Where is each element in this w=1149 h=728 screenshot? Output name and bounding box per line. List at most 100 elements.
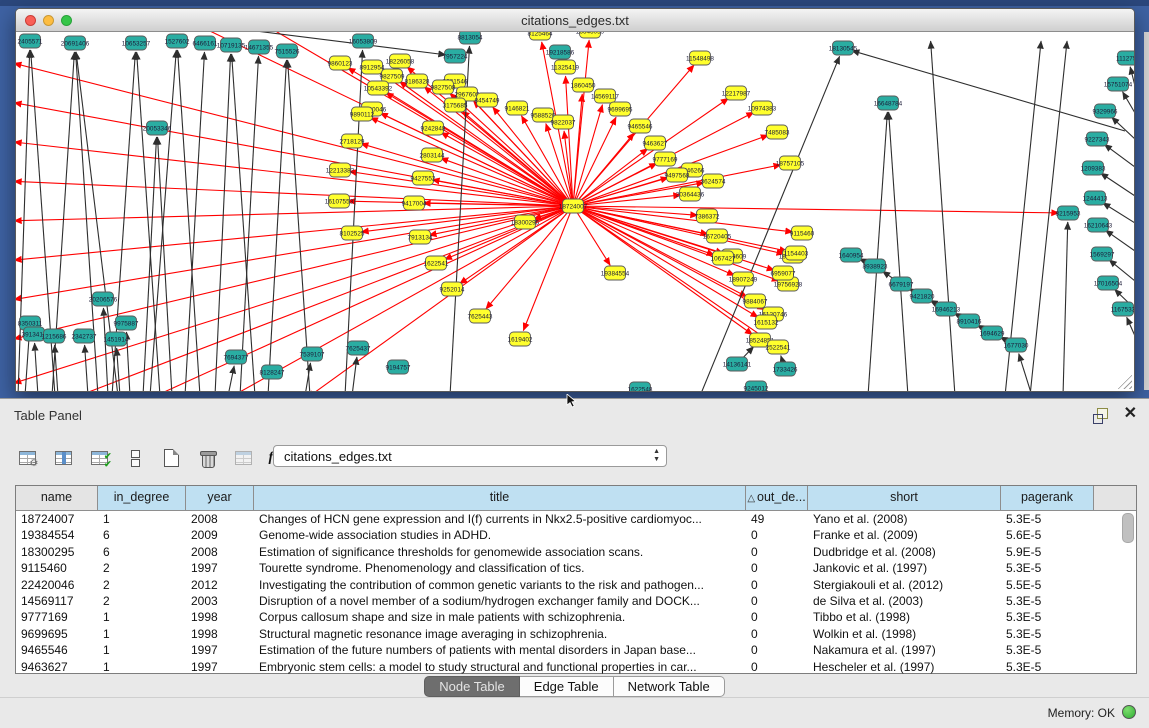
graph-node-teal[interactable]: 16946213: [932, 302, 961, 316]
table-scrollbar-thumb[interactable]: [1122, 513, 1134, 543]
graph-node-yellow[interactable]: 9827508: [431, 80, 456, 94]
graph-node-teal[interactable]: 9421820: [910, 289, 935, 303]
select-columns-button[interactable]: [50, 446, 76, 470]
graph-node-yellow[interactable]: 9497568: [665, 168, 690, 182]
table-row[interactable]: 1938455462009Genome-wide association stu…: [16, 527, 1136, 543]
graph-node-teal[interactable]: 2405571: [18, 34, 43, 48]
graph-node-teal[interactable]: 17016504: [1094, 276, 1123, 290]
table-selector[interactable]: citations_edges.txt ▲▼: [273, 445, 667, 467]
graph-node-teal[interactable]: 1209383: [1081, 161, 1106, 175]
graph-node-teal[interactable]: 1733426: [773, 362, 798, 376]
graph-node-yellow[interactable]: 9427552: [411, 171, 436, 185]
graph-node-yellow[interactable]: 19384554: [601, 266, 630, 280]
graph-node-yellow[interactable]: 16646059: [576, 32, 605, 38]
network-canvas[interactable]: 2405571206914061065325715276026466161107…: [16, 32, 1134, 391]
graph-node-teal[interactable]: 2342737: [72, 329, 97, 343]
graph-node-yellow[interactable]: 11325419: [551, 60, 579, 74]
graph-node-teal[interactable]: 8813054: [458, 32, 483, 44]
graph-node-yellow[interactable]: 18300295: [511, 215, 540, 229]
graph-node-yellow[interactable]: 18907249: [729, 272, 758, 286]
table-row[interactable]: 2242004622012Investigating the contribut…: [16, 577, 1136, 593]
graph-node-teal[interactable]: 9329966: [1093, 104, 1118, 118]
graph-node-teal[interactable]: 7694377: [224, 350, 249, 364]
table-row[interactable]: 946554611997Estimation of the future num…: [16, 642, 1136, 658]
graph-node-yellow[interactable]: 10543392: [364, 81, 393, 95]
graph-node-yellow[interactable]: 9699695: [608, 102, 633, 116]
graph-node-yellow[interactable]: 16720405: [703, 229, 732, 243]
graph-node-yellow[interactable]: 9242848: [421, 121, 446, 135]
table-row[interactable]: 911546021997Tourette syndrome. Phenomeno…: [16, 560, 1136, 576]
table-row[interactable]: 977716911998Corpus callosum shape and si…: [16, 609, 1136, 625]
table-settings-button[interactable]: ⚙: [14, 446, 40, 470]
graph-node-yellow[interactable]: 7625443: [468, 309, 493, 323]
graph-node-teal[interactable]: 1527602: [165, 34, 190, 48]
graph-node-yellow[interactable]: 3175685: [443, 98, 468, 112]
graph-node-teal[interactable]: 7957224: [443, 49, 468, 63]
column-header-in-degree[interactable]: in_degree: [98, 486, 186, 510]
network-window-titlebar[interactable]: citations_edges.txt: [16, 9, 1134, 32]
graph-node-teal[interactable]: 1167533: [1111, 302, 1134, 316]
graph-node-teal[interactable]: 1640954: [839, 248, 864, 262]
graph-node-yellow[interactable]: 11548498: [686, 51, 714, 65]
delete-table-button[interactable]: [194, 446, 220, 470]
column-header-out-de-[interactable]: △out_de...: [746, 486, 808, 510]
graph-node-teal[interactable]: 6466161: [193, 36, 218, 50]
graph-node-yellow[interactable]: 9465546: [628, 119, 653, 133]
graph-node-yellow[interactable]: 1067427: [711, 251, 736, 265]
new-table-button[interactable]: [158, 446, 184, 470]
graph-node-hub[interactable]: 18724007: [559, 199, 588, 213]
graph-node-yellow[interactable]: 8102525: [340, 226, 365, 240]
graph-node-yellow[interactable]: 2718129: [340, 134, 365, 148]
column-header-name[interactable]: name: [16, 486, 98, 510]
graph-node-teal[interactable]: 8128247: [260, 365, 285, 379]
graph-node-yellow[interactable]: 9884067: [743, 294, 768, 308]
graph-node-yellow[interactable]: 9860123: [328, 56, 353, 70]
graph-node-yellow[interactable]: 8454749: [475, 93, 500, 107]
graph-node-yellow[interactable]: 16107553: [325, 194, 354, 208]
graph-node-teal[interactable]: 1215686: [42, 329, 67, 343]
graph-node-yellow[interactable]: 18226058: [386, 54, 415, 68]
graph-node-teal[interactable]: 1677030: [1004, 338, 1029, 352]
graph-node-teal[interactable]: 1694629: [980, 326, 1005, 340]
graph-node-teal[interactable]: 16648784: [874, 96, 903, 110]
tab-network-table[interactable]: Network Table: [614, 676, 725, 697]
graph-node-yellow[interactable]: 8912954: [360, 60, 385, 74]
graph-node-teal[interactable]: 20053346: [143, 121, 172, 135]
graph-node-yellow[interactable]: 12217987: [722, 86, 751, 100]
graph-node-teal[interactable]: 8910416: [957, 314, 982, 328]
graph-node-yellow[interactable]: 8125464: [528, 32, 553, 40]
table-row[interactable]: 1456911722003Disruption of a novel membe…: [16, 593, 1136, 609]
graph-node-yellow[interactable]: 1619402: [508, 332, 533, 346]
graph-node-yellow[interactable]: 9822037: [551, 115, 576, 129]
column-header-year[interactable]: year: [186, 486, 254, 510]
graph-node-yellow[interactable]: 18757105: [776, 156, 805, 170]
memory-status-indicator[interactable]: [1122, 705, 1136, 719]
graph-node-teal[interactable]: 14671355: [245, 40, 274, 54]
graph-node-yellow[interactable]: 1615132: [754, 315, 779, 329]
graph-node-yellow[interactable]: 1622541: [424, 256, 449, 270]
graph-node-teal[interactable]: 1244413: [1083, 191, 1108, 205]
graph-node-yellow[interactable]: 1860450: [571, 78, 596, 92]
graph-node-yellow[interactable]: 7485083: [765, 125, 790, 139]
graph-node-teal[interactable]: 9975887: [114, 316, 139, 330]
graph-node-yellow[interactable]: 9252014: [440, 282, 465, 296]
graph-node-yellow[interactable]: 2803144: [420, 148, 445, 162]
row-height-button[interactable]: [122, 446, 148, 470]
graph-node-yellow[interactable]: 10974383: [748, 101, 777, 115]
tab-edge-table[interactable]: Edge Table: [520, 676, 614, 697]
column-header-title[interactable]: title: [254, 486, 746, 510]
graph-node-teal[interactable]: 6679197: [889, 277, 914, 291]
graph-node-teal[interactable]: 16053809: [349, 34, 378, 48]
table-row[interactable]: 946362711997Embryonic stem cells: a mode…: [16, 659, 1136, 675]
graph-node-yellow[interactable]: 12213382: [326, 163, 355, 177]
graph-node-teal[interactable]: 7539107: [300, 347, 325, 361]
graph-node-teal[interactable]: 14136141: [723, 357, 752, 371]
column-header-pagerank[interactable]: pagerank: [1001, 486, 1094, 510]
graph-node-yellow[interactable]: 14569117: [591, 89, 619, 103]
graph-node-yellow[interactable]: 8186328: [405, 74, 430, 88]
close-panel-icon[interactable]: ✕: [1124, 405, 1137, 423]
graph-node-yellow[interactable]: 6959077: [771, 266, 796, 280]
graph-node-teal[interactable]: 8215953: [1056, 206, 1081, 220]
table-row[interactable]: 969969511998Structural magnetic resonanc…: [16, 626, 1136, 642]
graph-node-yellow[interactable]: 9777169: [653, 152, 678, 166]
